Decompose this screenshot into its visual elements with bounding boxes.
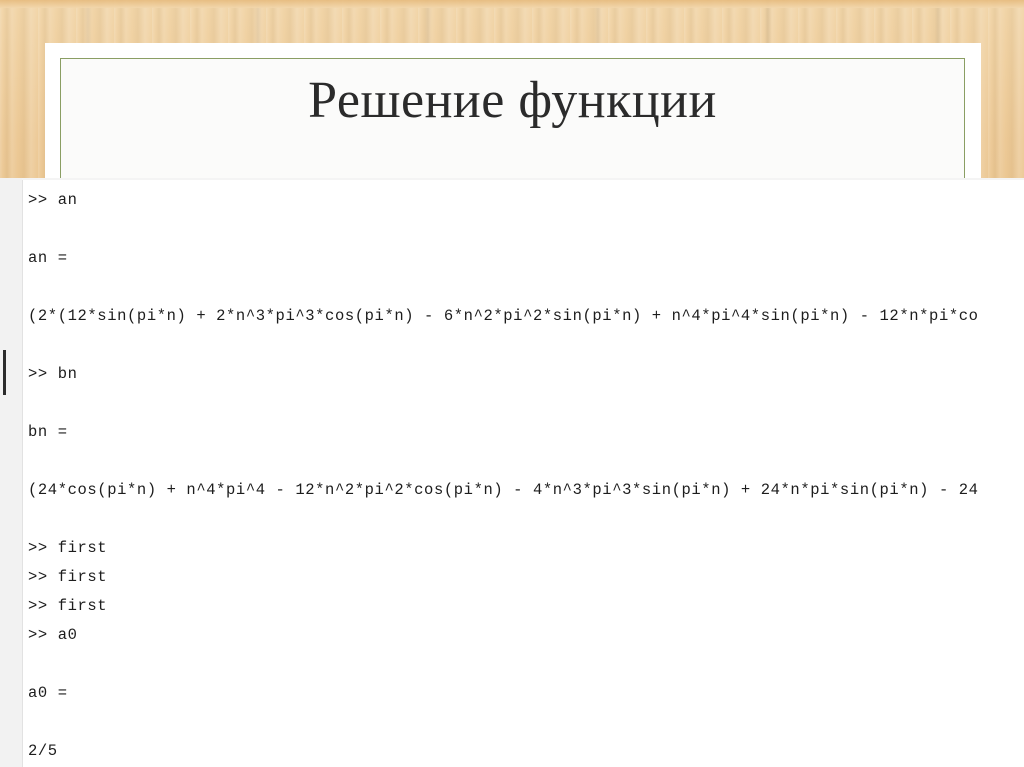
page-title: Решение функции xyxy=(308,72,717,129)
console-gutter xyxy=(0,178,23,767)
console-line: a0 = xyxy=(28,684,68,702)
console-line: an = xyxy=(28,249,68,267)
console-line: bn = xyxy=(28,423,68,441)
console-line: >> an xyxy=(28,191,78,209)
console-line: (24*cos(pi*n) + n^4*pi^4 - 12*n^2*pi^2*c… xyxy=(28,481,979,499)
console-line: 2/5 xyxy=(28,742,58,760)
console-line: >> first xyxy=(28,539,108,557)
console-top-edge xyxy=(22,178,1024,180)
matlab-console[interactable]: >> an an = (2*(12*sin(pi*n) + 2*n^3*pi^3… xyxy=(0,178,1024,767)
console-cursor-mark xyxy=(3,350,6,395)
console-output[interactable]: >> an an = (2*(12*sin(pi*n) + 2*n^3*pi^3… xyxy=(28,186,1024,766)
console-line: >> first xyxy=(28,597,108,615)
console-line: (2*(12*sin(pi*n) + 2*n^3*pi^3*cos(pi*n) … xyxy=(28,307,979,325)
console-line: >> bn xyxy=(28,365,78,383)
console-line: >> a0 xyxy=(28,626,78,644)
wood-top-highlight xyxy=(0,0,1024,8)
console-line: >> first xyxy=(28,568,108,586)
slide-screenshot: Решение функции >> an an = (2*(12*sin(pi… xyxy=(0,0,1024,767)
